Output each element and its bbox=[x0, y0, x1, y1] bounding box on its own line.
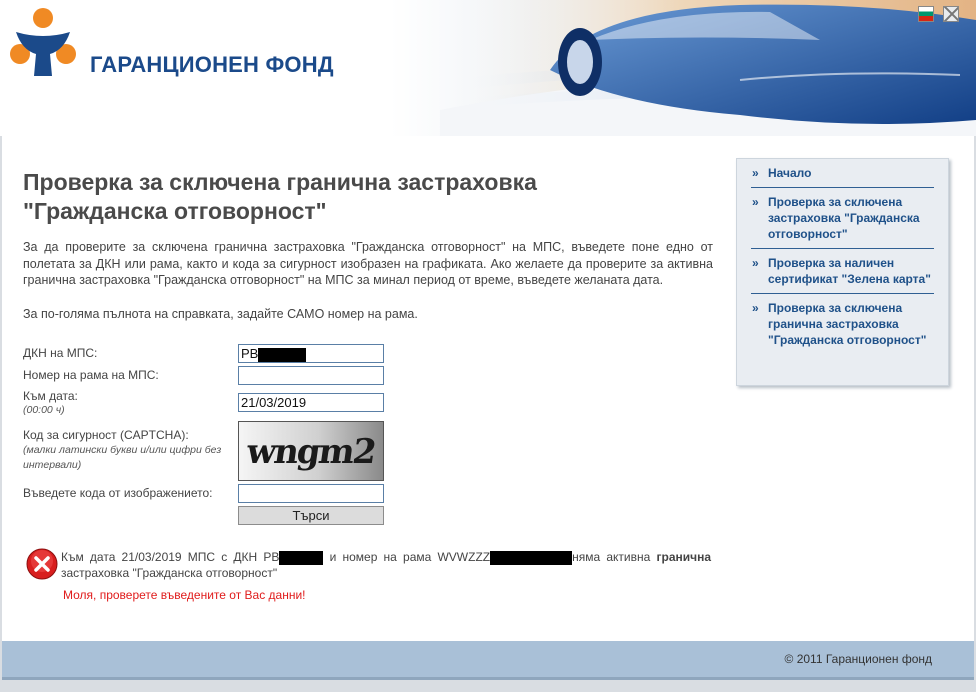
captcha-code-input[interactable] bbox=[238, 484, 384, 503]
intro-text: За да проверите за сключена гранична зас… bbox=[23, 240, 713, 287]
plate-label: ДКН на МПС: bbox=[23, 346, 98, 360]
en-flag-icon[interactable] bbox=[943, 6, 959, 22]
header: ГАРАНЦИОНЕН ФОНД bbox=[0, 0, 976, 136]
vin-input[interactable] bbox=[238, 366, 384, 385]
captcha-hint: (малки латински букви и/или цифри без ин… bbox=[23, 444, 222, 471]
redacted-block bbox=[279, 550, 324, 565]
plate-input[interactable]: PB bbox=[238, 344, 384, 363]
footer: © 2011 Гаранционен фонд bbox=[2, 641, 974, 677]
chevron-right-icon: » bbox=[752, 166, 759, 180]
copyright-text: © 2011 Гаранционен фонд bbox=[784, 652, 932, 666]
bg-flag-icon[interactable] bbox=[918, 6, 934, 22]
date-label: Към дата: bbox=[23, 389, 78, 403]
code-label: Въведете кода от изображението: bbox=[23, 486, 213, 500]
page-title: Проверка за сключена гранична застраховк… bbox=[23, 169, 537, 224]
error-message: Моля, проверете въведените от Вас данни! bbox=[63, 588, 306, 602]
garancionen-fond-logo-icon[interactable] bbox=[8, 6, 78, 78]
date-input[interactable]: 21/03/2019 bbox=[238, 393, 384, 412]
chevron-right-icon: » bbox=[752, 256, 759, 270]
car-banner-image bbox=[440, 0, 976, 136]
redacted-block bbox=[258, 347, 307, 362]
vin-label: Номер на рама на МПС: bbox=[23, 368, 159, 382]
sidebar-nav: » Начало » Проверка за сключена застрахо… bbox=[736, 158, 949, 386]
sidebar-item-green-card-check[interactable]: » Проверка за наличен сертификат "Зелена… bbox=[751, 249, 934, 294]
brand-name[interactable]: ГАРАНЦИОНЕН ФОНД bbox=[90, 52, 334, 78]
result-message: Към дата 21/03/2019 МПС с ДКН PB и номер… bbox=[61, 550, 711, 580]
intro-note: За по-голяма пълнота на справката, задай… bbox=[23, 307, 418, 321]
language-switcher bbox=[918, 6, 959, 22]
chevron-right-icon: » bbox=[752, 301, 759, 315]
sidebar-item-border-liability-check[interactable]: » Проверка за сключена гранична застрахо… bbox=[751, 294, 934, 354]
sidebar-item-liability-check[interactable]: » Проверка за сключена застраховка "Граж… bbox=[751, 188, 934, 249]
captcha-label: Код за сигурност (CAPTCHA): bbox=[23, 428, 189, 442]
captcha-text: wngm2 bbox=[244, 432, 378, 472]
footer-divider bbox=[2, 677, 974, 680]
chevron-right-icon: » bbox=[752, 195, 759, 209]
date-hint: (00:00 ч) bbox=[23, 404, 65, 416]
sidebar-item-home[interactable]: » Начало bbox=[751, 159, 934, 188]
error-icon bbox=[26, 548, 58, 580]
captcha-image: wngm2 bbox=[238, 421, 384, 481]
redacted-block bbox=[490, 550, 573, 565]
search-button[interactable]: Търси bbox=[238, 506, 384, 525]
main-content: Проверка за сключена гранична застраховк… bbox=[2, 136, 974, 641]
